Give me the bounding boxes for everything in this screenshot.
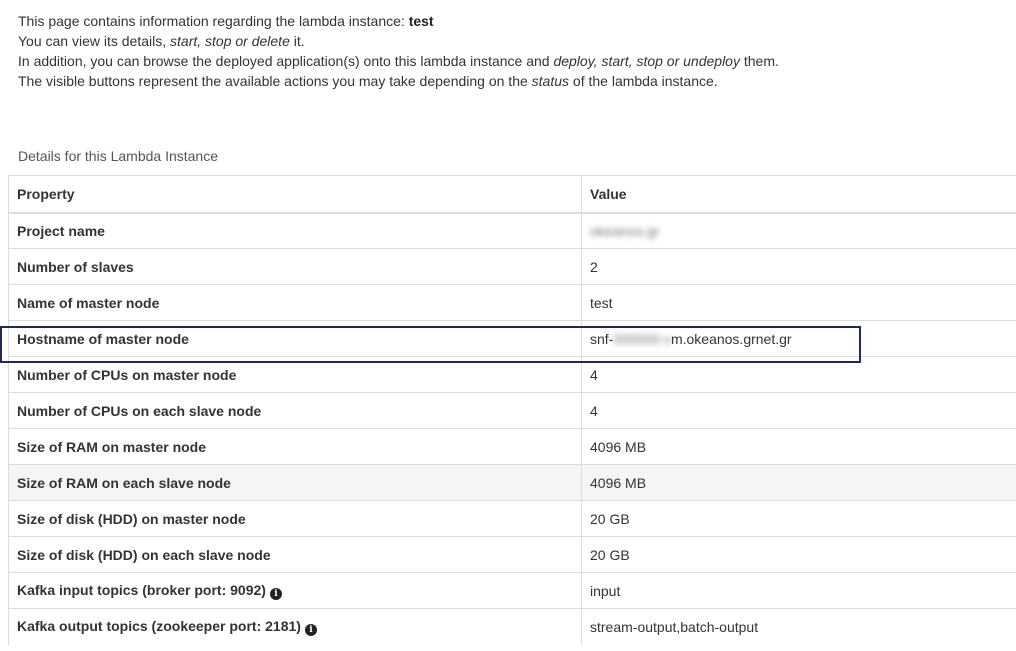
table-row: Size of RAM on each slave node 4096 MB xyxy=(8,464,1016,501)
intro-line-1: This page contains information regarding… xyxy=(18,13,434,29)
table-row: Size of disk (HDD) on master node 20 GB xyxy=(8,500,1016,537)
property-cell: Kafka output topics (zookeeper port: 218… xyxy=(8,608,582,645)
table-header-row: Property Value xyxy=(8,175,1016,214)
info-icon[interactable]: i xyxy=(304,623,317,636)
property-cell: Size of RAM on master node xyxy=(8,428,582,465)
instance-name: test xyxy=(408,13,434,29)
value-cell: 4096 MB xyxy=(581,428,1016,465)
value-cell: okeanos.gr xyxy=(581,212,1016,249)
property-cell: Size of disk (HDD) on master node xyxy=(8,500,582,537)
intro-line-2: You can view its details, start, stop or… xyxy=(18,33,305,49)
property-cell: Size of RAM on each slave node xyxy=(8,464,582,501)
intro-line-4: The visible buttons represent the availa… xyxy=(18,73,718,89)
property-cell: Project name xyxy=(8,212,582,249)
table-row: Number of CPUs on master node 4 xyxy=(8,356,1016,393)
value-cell: 4096 MB xyxy=(581,464,1016,501)
intro-line-3: In addition, you can browse the deployed… xyxy=(18,53,779,69)
table-row: Name of master node test xyxy=(8,284,1016,321)
table-row: Project name okeanos.gr xyxy=(8,212,1016,249)
table-row: Kafka output topics (zookeeper port: 218… xyxy=(8,608,1016,645)
info-icon[interactable]: i xyxy=(269,587,282,600)
property-cell: Kafka input topics (broker port: 9092) i xyxy=(8,572,582,609)
redacted-project-name: okeanos.gr xyxy=(590,222,660,239)
property-column-header: Property xyxy=(8,175,582,214)
value-cell: 20 GB xyxy=(581,500,1016,537)
value-cell: snf-000000.vm.okeanos.grnet.gr xyxy=(581,320,1016,357)
property-cell: Number of slaves xyxy=(8,248,582,285)
intro-text: This page contains information regarding… xyxy=(18,11,1008,91)
table-row: Number of slaves 2 xyxy=(8,248,1016,285)
property-cell: Name of master node xyxy=(8,284,582,321)
lambda-instance-page: This page contains information regarding… xyxy=(0,0,1016,651)
table-row: Size of disk (HDD) on each slave node 20… xyxy=(8,536,1016,573)
value-cell: 4 xyxy=(581,392,1016,429)
value-cell: input xyxy=(581,572,1016,609)
table-row: Number of CPUs on each slave node 4 xyxy=(8,392,1016,429)
table-row: Kafka input topics (broker port: 9092) i … xyxy=(8,572,1016,609)
property-cell: Size of disk (HDD) on each slave node xyxy=(8,536,582,573)
details-caption: Details for this Lambda Instance xyxy=(18,148,218,164)
value-cell: stream-output,batch-output xyxy=(581,608,1016,645)
value-cell: 20 GB xyxy=(581,536,1016,573)
value-cell: 2 xyxy=(581,248,1016,285)
redacted-hostname-part: 000000.v xyxy=(613,330,671,347)
table-row: Size of RAM on master node 4096 MB xyxy=(8,428,1016,465)
property-cell: Hostname of master node xyxy=(8,320,582,357)
property-cell: Number of CPUs on master node xyxy=(8,356,582,393)
value-cell: test xyxy=(581,284,1016,321)
value-column-header: Value xyxy=(581,175,1016,214)
value-cell: 4 xyxy=(581,356,1016,393)
details-table: Property Value Project name okeanos.gr N… xyxy=(8,175,1016,645)
table-row-highlighted: Hostname of master node snf-000000.vm.ok… xyxy=(8,320,1016,357)
property-cell: Number of CPUs on each slave node xyxy=(8,392,582,429)
